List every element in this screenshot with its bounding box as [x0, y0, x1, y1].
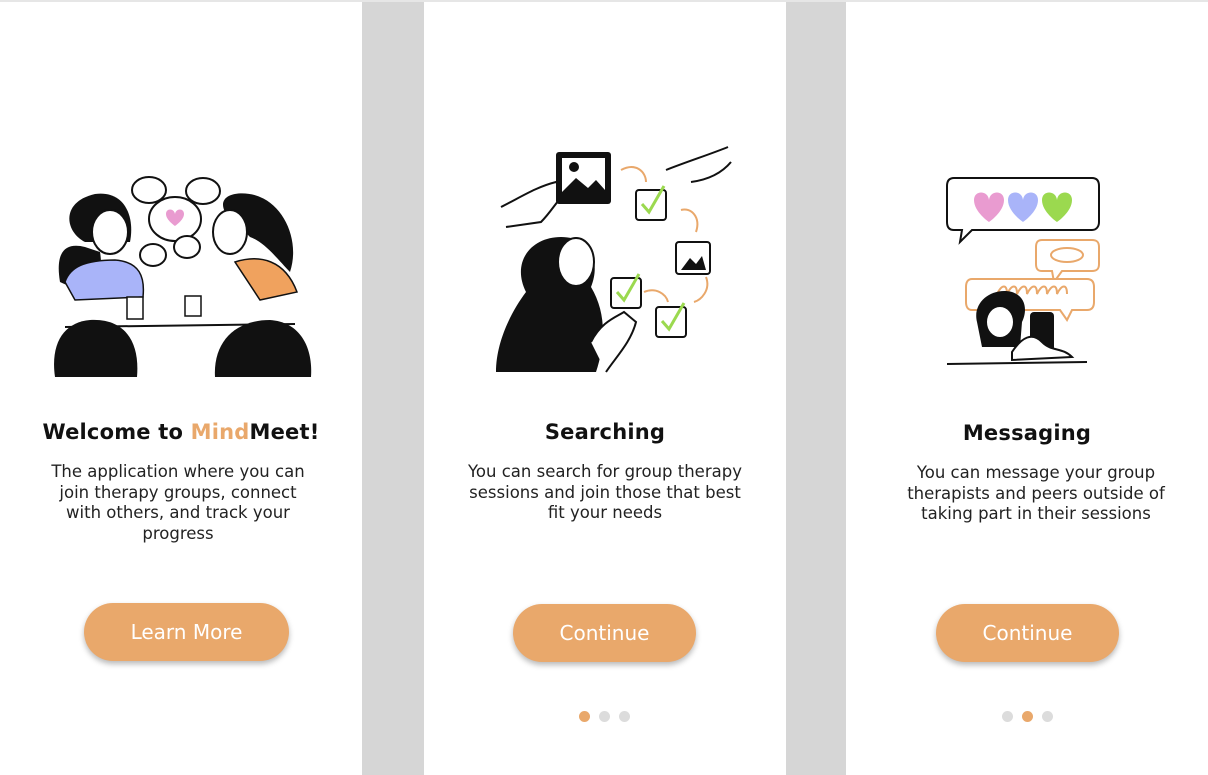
page-dot-1[interactable] — [579, 711, 590, 722]
welcome-screen: Welcome to MindMeet! The application whe… — [0, 2, 362, 775]
learn-more-button[interactable]: Learn More — [84, 603, 289, 661]
welcome-title: Welcome to MindMeet! — [42, 420, 320, 444]
person-messaging-illustration — [946, 177, 1100, 365]
page-indicator — [579, 711, 630, 722]
messaging-screen: Messaging You can message your group the… — [846, 2, 1208, 775]
continue-button[interactable]: Continue — [936, 604, 1119, 662]
page-dot-2[interactable] — [599, 711, 610, 722]
continue-button[interactable]: Continue — [513, 604, 696, 662]
two-women-chatting-illustration — [54, 176, 312, 377]
searching-screen: Searching You can search for group thera… — [424, 2, 786, 775]
brand-name-mind: Mind — [190, 420, 250, 444]
page-dot-3[interactable] — [619, 711, 630, 722]
searching-description: You can search for group therapy session… — [468, 462, 742, 522]
messaging-title: Messaging — [962, 421, 1092, 445]
page-dot-3[interactable] — [1042, 711, 1053, 722]
page-indicator — [1002, 711, 1053, 722]
welcome-description: The application where you can join thera… — [51, 462, 305, 543]
page-dot-2[interactable] — [1022, 711, 1033, 722]
page-dot-1[interactable] — [1002, 711, 1013, 722]
messaging-description: You can message your group therapists an… — [907, 463, 1165, 523]
woman-searching-illustration — [496, 146, 732, 373]
searching-title: Searching — [544, 420, 666, 444]
